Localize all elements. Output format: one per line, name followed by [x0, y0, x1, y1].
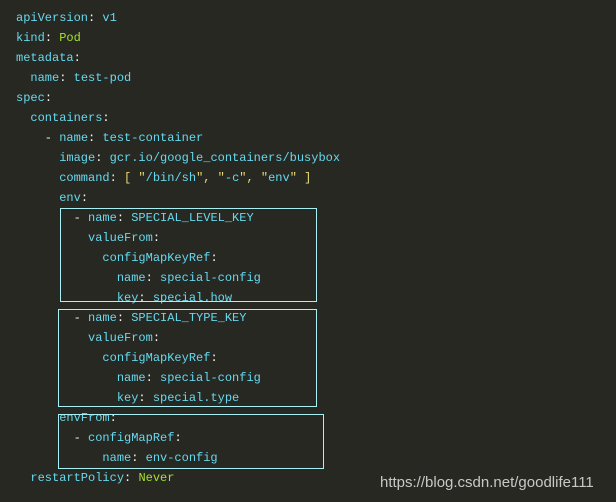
code-token: /bin/sh — [145, 171, 197, 185]
code-token: env — [16, 191, 81, 205]
code-token: ", " — [239, 171, 269, 185]
code-token: : — [73, 51, 81, 65]
watermark: https://blog.csdn.net/goodlife111 — [380, 474, 594, 491]
code-line: command: [ "/bin/sh", "-c", "env" ] — [16, 168, 340, 188]
code-token: : — [44, 31, 60, 45]
code-token: : — [109, 171, 125, 185]
highlight-box-envfrom — [58, 414, 324, 469]
code-token: : — [59, 71, 74, 85]
code-token: : — [80, 191, 89, 205]
highlight-box-special-level-key — [60, 208, 317, 302]
code-token: apiVersion — [16, 11, 89, 25]
code-token: ", " — [196, 171, 225, 185]
code-token: : — [44, 91, 53, 105]
code-line: kind: Pod — [16, 28, 340, 48]
highlight-box-special-type-key — [58, 309, 317, 407]
code-token: -c — [224, 171, 240, 185]
code-token: : — [95, 151, 110, 165]
code-token: test-container — [102, 131, 204, 145]
code-token: : — [88, 11, 103, 25]
code-token: [ " — [124, 171, 146, 185]
code-token: command — [16, 171, 110, 185]
code-token: test-pod — [73, 71, 132, 85]
code-token: restartPolicy — [16, 471, 125, 485]
code-line: spec: — [16, 88, 340, 108]
code-token: env — [268, 171, 290, 185]
code-line: restartPolicy: Never — [16, 468, 340, 488]
code-token: kind — [16, 31, 45, 45]
code-token: : — [124, 471, 139, 485]
code-token: spec — [16, 91, 45, 105]
code-token: " ] — [289, 171, 312, 185]
code-token: : — [88, 131, 103, 145]
code-line: - name: test-container — [16, 128, 340, 148]
code-token: gcr.io/google_containers/busybox — [109, 151, 341, 165]
code-token: metadata — [16, 51, 74, 65]
code-token: name — [16, 71, 60, 85]
code-token: image — [16, 151, 96, 165]
code-line: env: — [16, 188, 340, 208]
code-token: Never — [138, 471, 175, 485]
code-token: - — [16, 131, 60, 145]
code-line: name: test-pod — [16, 68, 340, 88]
code-token: name — [59, 131, 89, 145]
code-line: apiVersion: v1 — [16, 8, 340, 28]
code-token: v1 — [102, 11, 117, 25]
code-token: : — [102, 111, 110, 125]
code-token: containers — [16, 111, 103, 125]
code-line: containers: — [16, 108, 340, 128]
code-line: image: gcr.io/google_containers/busybox — [16, 148, 340, 168]
code-line: metadata: — [16, 48, 340, 68]
code-token: Pod — [59, 31, 81, 45]
